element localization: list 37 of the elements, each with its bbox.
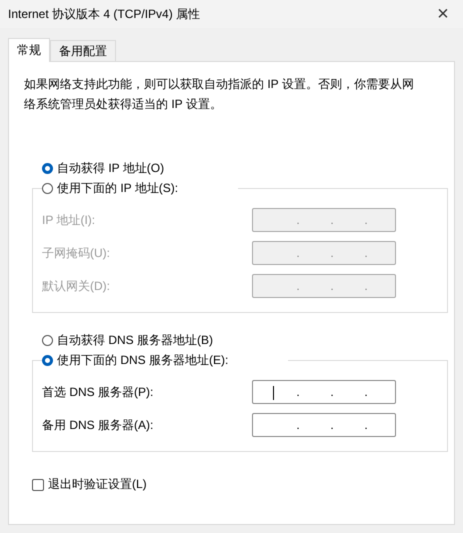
octet-separator: . [296,279,300,293]
radio-label[interactable]: 使用下面的 IP 地址(S): [57,180,178,196]
octet-separator: . [296,213,300,227]
description-text: 如果网络支持此功能，则可以获取自动指派的 IP 设置。否则，你需要从网络系统管理员处获得适当的 IP 设置。 [24,76,415,113]
radio-label[interactable]: 自动获得 IP 地址(O) [57,160,164,176]
close-button[interactable]: × [423,0,463,28]
octet-separator: . [296,418,300,432]
radio-button[interactable] [42,162,53,174]
tab[interactable]: 备用配置 [50,40,116,61]
radio-button[interactable] [42,334,53,346]
radio-label[interactable]: 自动获得 DNS 服务器地址(B) [57,332,213,348]
radio-button[interactable] [42,182,53,194]
field-label: 备用 DNS 服务器(A): [42,416,154,434]
octet-separator: . [364,213,368,227]
checkbox-label[interactable]: 退出时验证设置(L) [48,476,147,493]
field-label: 默认网关(D): [42,278,110,294]
checkbox[interactable] [32,478,44,490]
octet-separator: . [330,213,334,227]
octet-separator: . [364,418,368,432]
window-title: Internet 协议版本 4 (TCP/IPv4) 属性 [8,6,200,22]
octet-separator: . [330,279,334,293]
octet-separator: . [364,246,368,260]
octet-separator: . [364,279,368,293]
ip-address-field[interactable]: . . . [252,380,396,404]
field-label: IP 地址(I): [42,212,96,228]
octet-separator: . [330,385,334,399]
field-label: 子网掩码(U): [42,244,110,262]
radio-label[interactable]: 使用下面的 DNS 服务器地址(E): [57,352,228,368]
radio-button[interactable] [42,354,53,366]
octet-separator: . [296,385,300,399]
octet-separator: . [364,385,368,399]
field-label: 首选 DNS 服务器(P): [42,384,154,400]
octet-separator: . [330,246,334,260]
octet-separator: . [296,246,300,260]
ip-address-field[interactable]: . . . [252,413,396,437]
tab[interactable]: 常规 [8,38,50,62]
octet-separator: . [330,418,334,432]
